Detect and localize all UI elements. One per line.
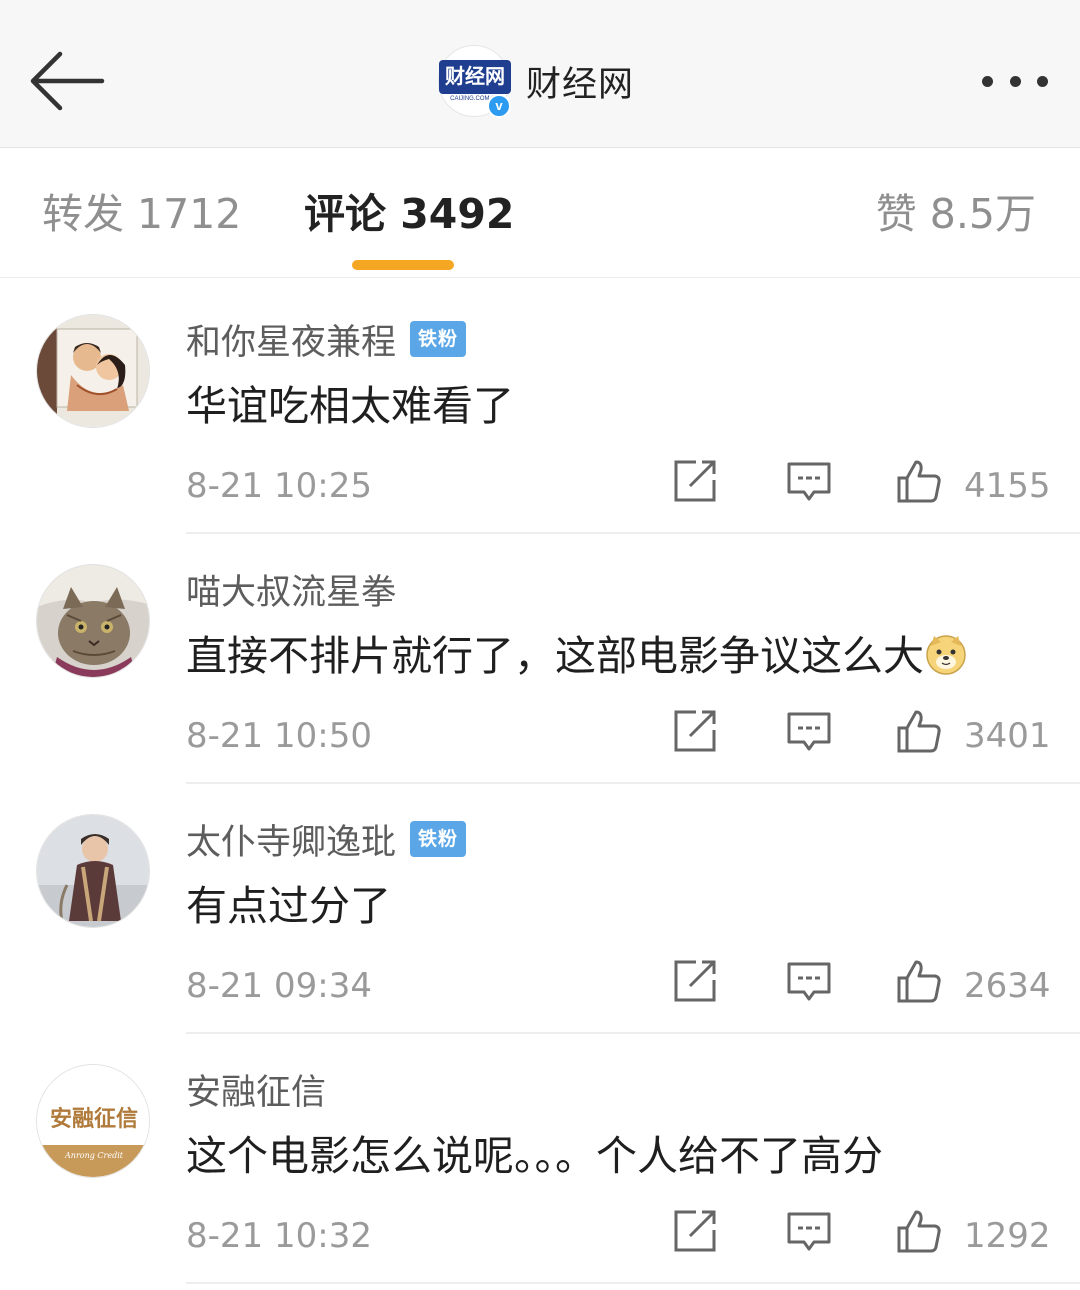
like-button[interactable] <box>896 708 942 754</box>
thumbs-up-icon <box>897 460 941 503</box>
comment-time: 8-21 10:25 <box>186 466 372 506</box>
share-icon <box>674 1210 716 1252</box>
doge-emoji-icon <box>926 635 966 675</box>
avatar[interactable] <box>36 814 150 928</box>
comment-text: 有点过分了 <box>186 882 391 930</box>
tab-bar: 转发 1712 评论 3492 赞 8.5万 <box>0 148 1080 278</box>
comment-item: 和你星夜兼程 铁粉 华谊吃相太难看了 8-21 10:25 4155 <box>0 284 1080 534</box>
fan-badge: 铁粉 <box>410 321 467 357</box>
account-name[interactable]: 财经网 <box>526 56 634 107</box>
comment-text-body: 直接不排片就行了，这部电影争议这么大 <box>186 632 924 680</box>
share-icon <box>674 710 716 752</box>
avatar[interactable] <box>36 564 150 678</box>
comment-text: 华谊吃相太难看了 <box>186 382 514 430</box>
comment-item: 安融征信 Anrong Credit 安融征信 这个电影怎么说呢。。。个人给不了… <box>0 1034 1080 1284</box>
share-icon <box>674 460 716 502</box>
comment-icon <box>787 462 831 501</box>
comment-item: 太仆寺卿逸玭 铁粉 有点过分了 8-21 09:34 2634 <box>0 784 1080 1034</box>
username-row: 安融征信 <box>186 1064 326 1115</box>
more-dot-icon <box>1037 75 1048 87</box>
more-dot-icon <box>1009 75 1021 87</box>
like-button[interactable] <box>896 1208 942 1254</box>
account-avatar[interactable]: 财经网 CAIJING.COM.CN v <box>438 45 511 118</box>
tab-repost[interactable]: 转发 1712 <box>42 188 241 240</box>
like-count: 4155 <box>964 466 1051 506</box>
avatar-logo-text: 安融征信 <box>49 1106 138 1132</box>
avatar-logo-subtext: Anrong Credit <box>65 1151 123 1160</box>
more-dot-icon <box>982 75 993 87</box>
comment-icon <box>787 712 831 751</box>
username[interactable]: 喵大叔流星拳 <box>186 564 396 615</box>
like-button[interactable] <box>896 958 942 1004</box>
reply-button[interactable] <box>786 458 832 504</box>
reply-button[interactable] <box>786 708 832 754</box>
verified-icon: v <box>487 94 511 118</box>
thumbs-up-icon <box>897 960 941 1003</box>
like-button[interactable] <box>896 458 942 504</box>
share-button[interactable] <box>672 958 718 1004</box>
username-row: 太仆寺卿逸玭 铁粉 <box>186 814 467 865</box>
username-row: 和你星夜兼程 铁粉 <box>186 314 467 365</box>
comment-icon <box>787 1212 831 1251</box>
caijing-logo: 财经网 <box>439 60 511 94</box>
comment-time: 8-21 10:50 <box>186 716 372 756</box>
like-count: 2634 <box>964 966 1051 1006</box>
divider <box>186 1282 1080 1284</box>
comment-item: 喵大叔流星拳 直接不排片就行了，这部电影争议这么大 8-21 10:50 340… <box>0 534 1080 784</box>
more-button[interactable] <box>982 70 1048 92</box>
comment-icon <box>787 962 831 1001</box>
username[interactable]: 安融征信 <box>186 1064 326 1115</box>
logo-text: 财经网 <box>445 64 505 88</box>
share-button[interactable] <box>672 708 718 754</box>
comment-time: 8-21 10:32 <box>186 1216 372 1256</box>
thumbs-up-icon <box>897 710 941 753</box>
username-row: 喵大叔流星拳 <box>186 564 396 615</box>
username[interactable]: 和你星夜兼程 <box>186 314 396 365</box>
comment-text: 直接不排片就行了，这部电影争议这么大 <box>186 628 968 684</box>
avatar[interactable] <box>36 314 150 428</box>
back-button[interactable] <box>28 48 108 114</box>
like-count: 3401 <box>964 716 1051 756</box>
reply-button[interactable] <box>786 1208 832 1254</box>
fan-badge: 铁粉 <box>410 821 467 857</box>
share-icon <box>674 960 716 1002</box>
active-tab-indicator <box>352 260 454 270</box>
like-count: 1292 <box>964 1216 1051 1256</box>
comment-text: 这个电影怎么说呢。。。个人给不了高分 <box>186 1132 883 1180</box>
share-button[interactable] <box>672 458 718 504</box>
avatar-image <box>37 815 149 927</box>
comment-time: 8-21 09:34 <box>186 966 372 1006</box>
tab-comment[interactable]: 评论 3492 <box>304 188 514 240</box>
arrow-left-icon <box>30 51 105 111</box>
account-title[interactable]: 财经网 CAIJING.COM.CN v 财经网 <box>438 44 634 118</box>
avatar-image <box>37 315 149 427</box>
top-bar: 财经网 CAIJING.COM.CN v 财经网 <box>0 0 1080 148</box>
thumbs-up-icon <box>897 1210 941 1253</box>
tab-like[interactable]: 赞 8.5万 <box>876 188 1036 240</box>
avatar-image <box>37 565 149 677</box>
share-button[interactable] <box>672 1208 718 1254</box>
reply-button[interactable] <box>786 958 832 1004</box>
avatar[interactable]: 安融征信 Anrong Credit <box>36 1064 150 1178</box>
username[interactable]: 太仆寺卿逸玭 <box>186 814 396 865</box>
